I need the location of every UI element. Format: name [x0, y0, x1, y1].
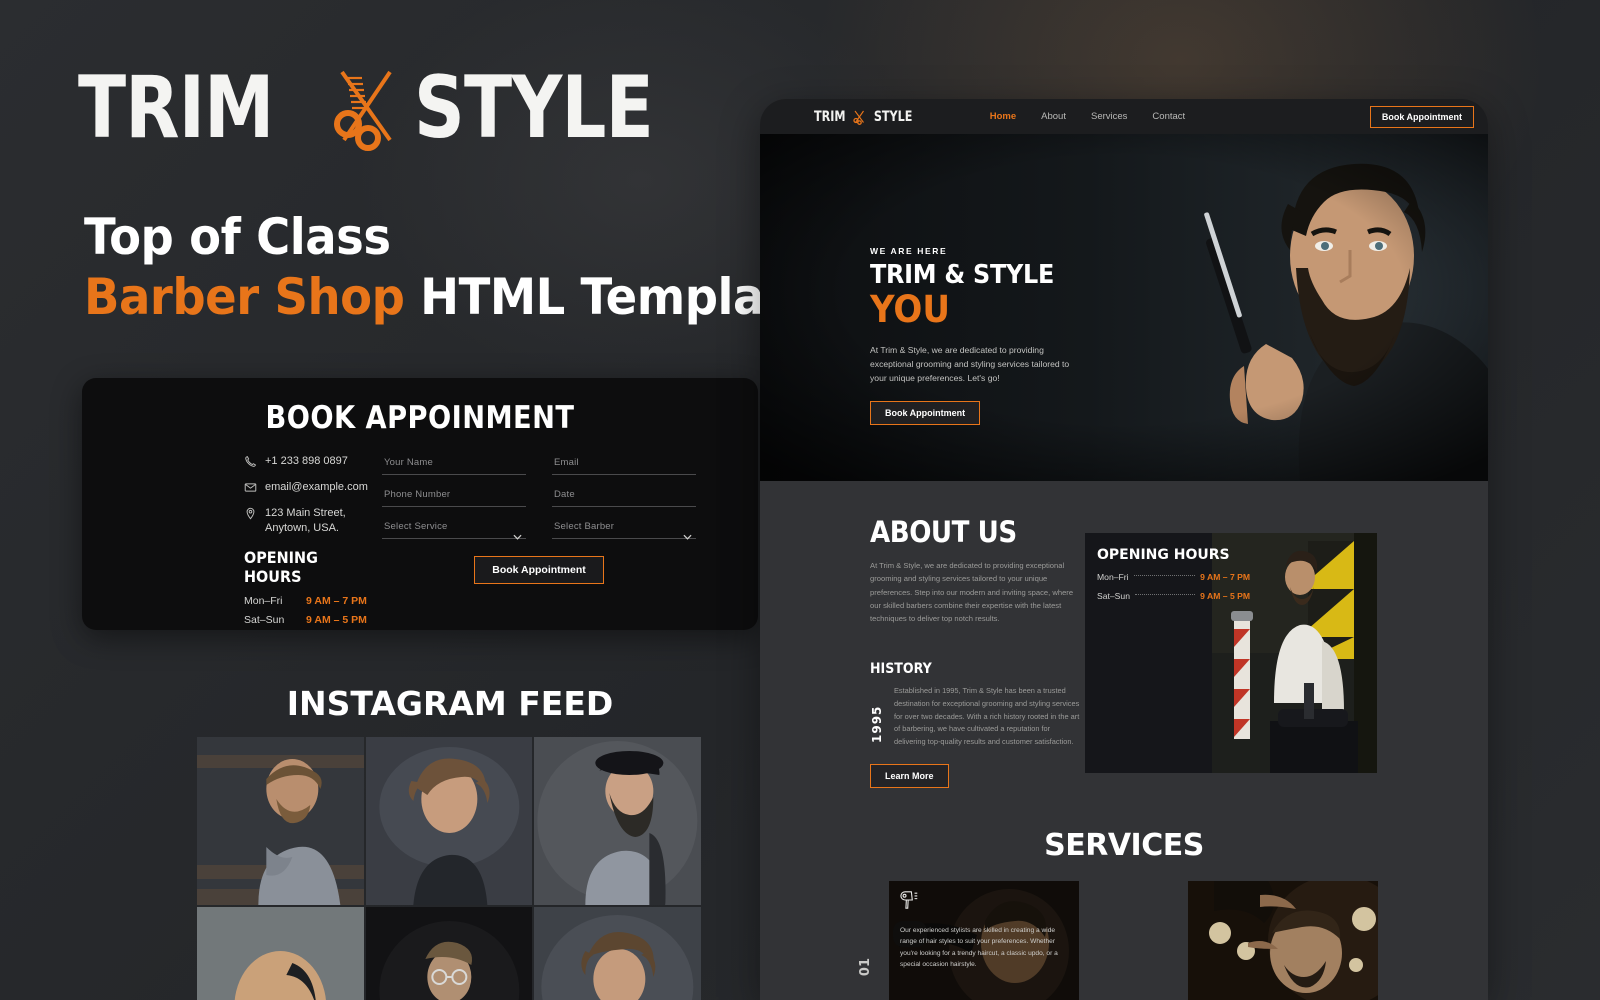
select-service[interactable]: Select Service [382, 518, 526, 540]
preview-logo-text-style: STYLE [874, 108, 913, 125]
contact-email-row: email@example.com [244, 480, 382, 495]
input-phone-number-placeholder: Phone Number [384, 489, 451, 500]
select-service-placeholder: Select Service [384, 521, 448, 532]
history-year: 1995 [870, 706, 884, 744]
nav-link-about[interactable]: About [1041, 111, 1066, 122]
preview-opening-hours-card: OPENING HOURS Mon–Fri 9 AM – 7 PM Sat–Su… [1085, 533, 1377, 773]
contact-address-line2: Anytown, USA. [265, 521, 339, 534]
booking-hours-time: 9 AM – 5 PM [306, 614, 367, 627]
chevron-down-icon [513, 527, 522, 540]
booking-opening-hours-title: OPENING HOURS [244, 548, 318, 587]
input-date-placeholder: Date [554, 489, 575, 500]
booking-form: Your Name Email Phone Number Date Select… [382, 454, 758, 630]
preview-hours-days: Mon–Fri [1097, 572, 1129, 582]
instagram-grid [197, 737, 701, 1000]
preview-nav-links: Home About Services Contact [990, 111, 1185, 122]
services-title: SERVICES [1044, 828, 1204, 863]
preview-hours-time: 9 AM – 7 PM [1200, 572, 1250, 582]
select-barber[interactable]: Select Barber [552, 518, 696, 540]
dotted-leader [1133, 575, 1196, 576]
preview-opening-hours-title: OPENING HOURS [1097, 547, 1230, 563]
booking-card-title: BOOK APPOINMENT [265, 400, 575, 436]
about-text-column: ABOUT US At Trim & Style, we are dedicat… [870, 515, 1080, 789]
input-email-placeholder: Email [554, 457, 579, 468]
service-card[interactable]: Our experienced stylists are skilled in … [889, 881, 1079, 1000]
booking-card: BOOK APPOINMENT +1 233 898 0897 email@ex… [82, 378, 758, 630]
nav-link-contact[interactable]: Contact [1152, 111, 1185, 122]
nav-link-home[interactable]: Home [990, 111, 1016, 122]
promo-logo-text-trim: TRIM [78, 57, 274, 158]
instagram-cell[interactable] [197, 907, 364, 1000]
phone-icon [244, 455, 257, 468]
input-phone-number[interactable]: Phone Number [382, 486, 526, 507]
dotted-leader [1134, 594, 1196, 595]
hero-book-appointment-button[interactable]: Book Appointment [870, 400, 981, 425]
input-email[interactable]: Email [552, 454, 696, 475]
booking-hours-time: 9 AM – 7 PM [306, 595, 367, 608]
input-your-name[interactable]: Your Name [382, 454, 526, 475]
service-card[interactable] [1188, 881, 1378, 1000]
input-your-name-placeholder: Your Name [384, 457, 433, 468]
nav-book-appointment-button[interactable]: Book Appointment [1369, 105, 1474, 128]
input-date[interactable]: Date [552, 486, 696, 507]
promo-headline-accent: Barber Shop [84, 268, 405, 326]
promo-headline-line1: Top of Class [84, 208, 391, 266]
hero-eyebrow: WE ARE HERE [870, 246, 948, 256]
hero-paragraph: At Trim & Style, we are dedicated to pro… [870, 345, 1070, 384]
preview-hours-time: 9 AM – 5 PM [1200, 591, 1250, 601]
instagram-cell[interactable] [534, 737, 701, 905]
booking-hours-row: Mon–Fri 9 AM – 7 PM [244, 595, 382, 607]
booking-hours-row: Sat–Sun 9 AM – 5 PM [244, 614, 382, 626]
contact-phone-text[interactable]: +1 233 898 0897 [265, 454, 348, 469]
promo-logo: TRIM STYLE [78, 62, 706, 154]
hero-subtitle: YOU [870, 288, 951, 332]
instagram-cell[interactable] [534, 907, 701, 1000]
booking-hours-days: Sat–Sun [244, 614, 285, 627]
hero-title: TRIM & STYLE [870, 260, 1055, 290]
preview-hours-row: Mon–Fri 9 AM – 7 PM [1097, 572, 1250, 582]
history-title: HISTORY [870, 661, 932, 678]
contact-email-text[interactable]: email@example.com [265, 480, 368, 495]
hero-copy: WE ARE HERE TRIM & STYLE YOU At Trim & S… [870, 246, 1130, 425]
nav-link-services[interactable]: Services [1091, 111, 1127, 122]
mail-icon [244, 481, 257, 494]
history-paragraph: Established in 1995, Trim & Style has be… [894, 686, 1080, 746]
about-title: ABOUT US [870, 515, 1017, 549]
history-row: 1995 Established in 1995, Trim & Style h… [870, 685, 1080, 748]
select-barber-placeholder: Select Barber [554, 521, 615, 532]
hair-dryer-icon [899, 890, 921, 910]
contact-address-text: 123 Main Street, Anytown, USA. [265, 506, 346, 536]
promo-logo-text-style: STYLE [414, 57, 654, 158]
map-pin-icon [244, 507, 257, 520]
chevron-down-icon [683, 527, 692, 540]
preview-navbar: TRIM STYLE Home About Services Contact B… [760, 99, 1488, 134]
promo-headline-line2: Barber Shop HTML Template [84, 268, 817, 326]
instagram-cell[interactable] [365, 907, 533, 1000]
preview-hours-row: Sat–Sun 9 AM – 5 PM [1097, 591, 1250, 601]
preview-logo-text-trim: TRIM [813, 108, 846, 125]
service-card-text: Our experienced stylists are skilled in … [900, 927, 1058, 968]
preview-hero: WE ARE HERE TRIM & STYLE YOU At Trim & S… [760, 134, 1488, 481]
contact-phone-row: +1 233 898 0897 [244, 454, 382, 469]
contact-address-row: 123 Main Street, Anytown, USA. [244, 506, 382, 536]
scissors-comb-icon [322, 62, 408, 154]
about-paragraph: At Trim & Style, we are dedicated to pro… [870, 561, 1074, 624]
instagram-cell[interactable] [365, 737, 533, 905]
scissors-comb-icon [851, 109, 867, 125]
screenshot-root: TRIM STYLE Top of Class Barber Shop HTML… [0, 0, 1600, 1000]
book-appointment-button[interactable]: Book Appointment [474, 556, 604, 584]
preview-logo[interactable]: TRIM STYLE [810, 109, 918, 125]
preview-about-section: ABOUT US At Trim & Style, we are dedicat… [760, 481, 1488, 789]
booking-hours-days: Mon–Fri [244, 595, 283, 608]
service-card-number: 01 [858, 958, 873, 977]
learn-more-button[interactable]: Learn More [870, 764, 949, 789]
contact-address-line1: 123 Main Street, [265, 506, 346, 519]
preview-hours-days: Sat–Sun [1097, 591, 1130, 601]
booking-contact-column: +1 233 898 0897 email@example.com 123 Ma… [82, 454, 382, 630]
promo-headline-plain: HTML Template [420, 268, 817, 326]
instagram-cell[interactable] [197, 737, 364, 905]
